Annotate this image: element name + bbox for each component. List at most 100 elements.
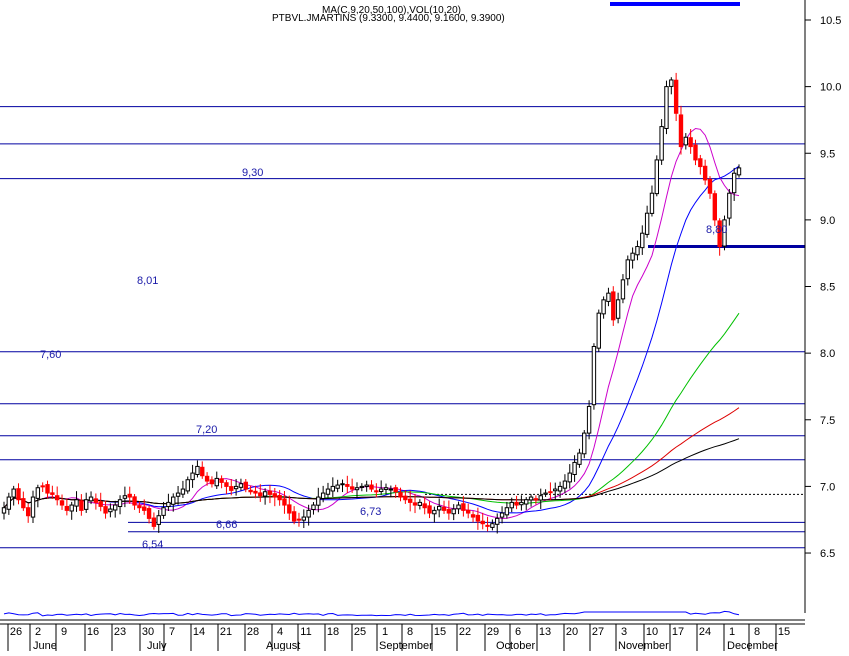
candle-body: [519, 501, 524, 506]
volume-bar-top: [610, 2, 740, 6]
candle-body: [673, 79, 679, 114]
candle-body: [122, 495, 128, 499]
x-tick-label: 16: [87, 626, 99, 638]
candle-body: [306, 509, 311, 518]
candle-body: [316, 496, 321, 506]
candle-body: [248, 489, 253, 493]
y-tick-label: 8.5: [820, 282, 835, 294]
candle-body: [640, 232, 645, 249]
y-tick-label: 7.5: [820, 415, 835, 427]
candle-body: [475, 514, 481, 522]
candle-body: [11, 488, 16, 498]
candle-body: [166, 501, 171, 508]
candle-body: [538, 495, 543, 501]
candle-body: [229, 486, 234, 491]
month-label: December: [727, 640, 778, 651]
candle-body: [161, 507, 166, 516]
candle-body: [509, 501, 514, 509]
candle-body: [93, 498, 99, 503]
candle-body: [422, 503, 427, 509]
x-tick-label: 24: [699, 626, 711, 638]
candle-body: [64, 505, 70, 511]
candle-body: [582, 432, 587, 455]
candle-body: [649, 192, 655, 214]
x-tick-label: 1: [382, 626, 388, 638]
x-tick-label: 10: [646, 626, 658, 638]
candle-body: [282, 498, 287, 506]
candle-body: [591, 345, 597, 406]
annotation-label: 6,73: [360, 506, 381, 518]
candle-body: [432, 509, 437, 515]
candle-body: [688, 137, 693, 148]
candle-body: [311, 504, 316, 511]
candle-body: [156, 515, 161, 525]
x-tick-label: 8: [407, 626, 413, 638]
candle-body: [137, 505, 142, 509]
candle-body: [243, 481, 248, 490]
candle-body: [388, 488, 394, 491]
candle-body: [25, 507, 31, 517]
candle-body: [683, 136, 689, 146]
candle-body: [364, 484, 369, 487]
candle-body: [214, 477, 219, 487]
x-tick-label: 7: [169, 626, 175, 638]
candle-body: [59, 500, 65, 506]
candle-body: [233, 485, 239, 490]
x-tick-label: 3: [621, 626, 627, 638]
candle-body: [731, 172, 737, 194]
candle-body: [345, 484, 350, 487]
x-tick-label: 13: [539, 626, 551, 638]
x-tick-label: 26: [10, 626, 22, 638]
candle-body: [325, 488, 331, 495]
candle-body: [200, 466, 205, 477]
x-tick-label: 27: [592, 626, 604, 638]
candle-body: [611, 291, 616, 321]
candle-body: [142, 506, 147, 511]
candle-body: [175, 492, 181, 497]
candle-body: [606, 292, 611, 302]
candle-body: [707, 178, 713, 194]
y-tick-label: 10.0: [820, 82, 841, 94]
candle-body: [16, 488, 21, 501]
candle-body: [736, 167, 742, 176]
x-tick-label: 14: [193, 626, 205, 638]
candle-body: [712, 193, 718, 221]
candle-body: [219, 478, 224, 483]
stock-chart: 9,30 8,01 7,60 7,20 8,80 6,66 6,73 6,54 10.5 10.…: [0, 0, 849, 652]
candle-body: [615, 299, 621, 319]
candle-body: [209, 479, 215, 485]
candle-body: [296, 518, 302, 521]
candle-body: [654, 159, 659, 195]
candle-body: [35, 487, 41, 499]
candle-body: [190, 472, 195, 481]
candle-body: [572, 461, 577, 476]
candle-body: [267, 490, 273, 495]
x-tick-label: 6: [515, 626, 521, 638]
candle-body: [103, 506, 108, 514]
candle-body: [291, 511, 297, 522]
candle-body: [693, 144, 698, 161]
candle-body: [480, 520, 485, 525]
candle-body: [204, 475, 210, 482]
candle-body: [678, 114, 684, 148]
candle-body: [393, 487, 398, 493]
month-label: November: [618, 640, 669, 651]
candle-body: [533, 498, 539, 501]
candle-body: [238, 483, 244, 488]
candle-body: [369, 484, 374, 490]
candle-body: [330, 485, 336, 492]
annotation-label: 7,20: [196, 424, 217, 436]
x-tick-label: 15: [778, 626, 790, 638]
candle-body: [301, 516, 306, 521]
x-tick-label: 20: [566, 626, 578, 638]
candle-body: [586, 405, 592, 434]
candle-body: [470, 514, 476, 518]
candle-body: [224, 482, 229, 487]
candle-body: [427, 505, 432, 514]
candle-body: [625, 259, 630, 280]
candle-body: [727, 192, 732, 219]
candle-body: [499, 512, 505, 518]
x-tick-label: 18: [327, 626, 339, 638]
y-tick-label: 8.0: [820, 348, 835, 360]
candle-body: [412, 502, 418, 506]
